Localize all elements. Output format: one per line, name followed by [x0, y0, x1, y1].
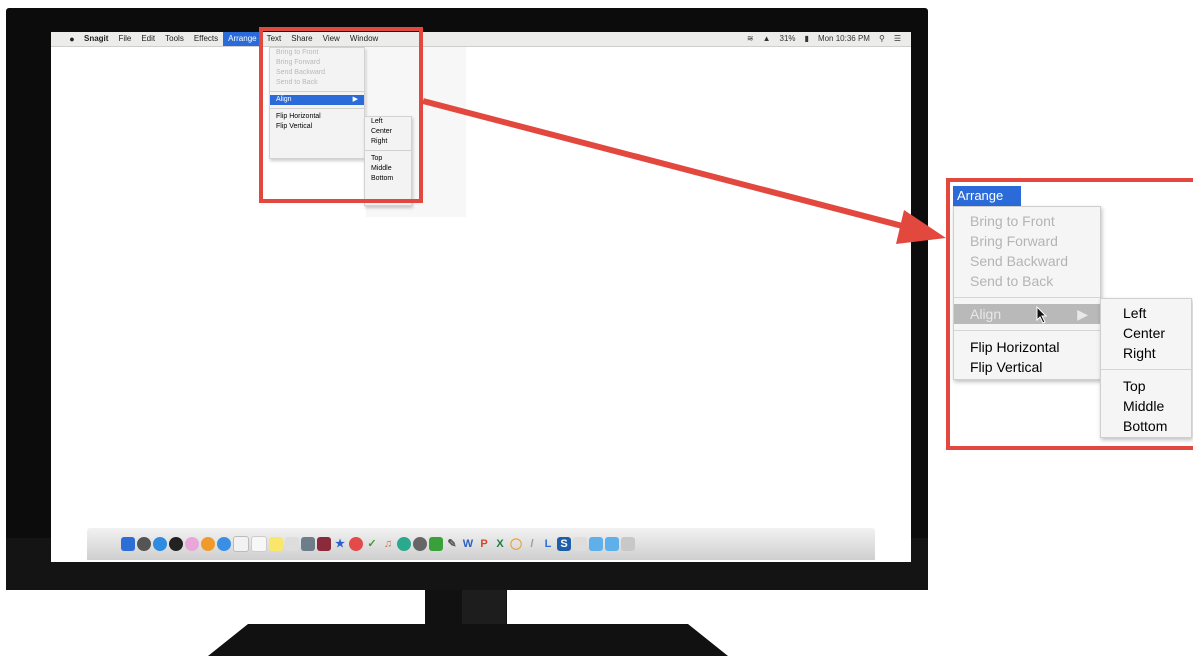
zoomed-submenu-center[interactable]: Center	[1101, 323, 1191, 343]
zoomed-arrange-menu: Bring to Front Bring Forward Send Backwa…	[953, 206, 1101, 380]
zoomed-submenu-right[interactable]: Right	[1101, 343, 1191, 363]
zoomed-submenu-top[interactable]: Top	[1101, 376, 1191, 396]
menu-separator	[954, 297, 1100, 298]
zoomed-align-submenu: Left Center Right Top Middle Bottom	[1100, 298, 1192, 438]
zoomed-arrange-title[interactable]: Arrange	[953, 186, 1021, 206]
zoomed-item-bring-to-front: Bring to Front	[970, 213, 1055, 229]
zoomed-item-send-backward: Send Backward	[970, 253, 1069, 269]
zoomed-submenu-middle[interactable]: Middle	[1101, 396, 1191, 416]
menu-separator	[954, 330, 1100, 331]
zoomed-item-flip-horizontal[interactable]: Flip Horizontal	[954, 337, 1100, 357]
menu-separator	[1101, 369, 1191, 370]
zoomed-item-align[interactable]: Align ▶	[954, 304, 1100, 324]
zoomed-item-bring-forward: Bring Forward	[970, 233, 1058, 249]
submenu-arrow-icon: ▶	[1077, 306, 1088, 322]
zoomed-item-flip-vertical[interactable]: Flip Vertical	[954, 357, 1100, 377]
zoomed-submenu-bottom[interactable]: Bottom	[1101, 416, 1191, 436]
zoomed-item-align-label: Align	[970, 306, 1002, 322]
zoomed-submenu-left[interactable]: Left	[1101, 303, 1191, 323]
zoomed-item-send-to-back: Send to Back	[970, 273, 1054, 289]
mouse-cursor-icon	[1036, 306, 1048, 324]
